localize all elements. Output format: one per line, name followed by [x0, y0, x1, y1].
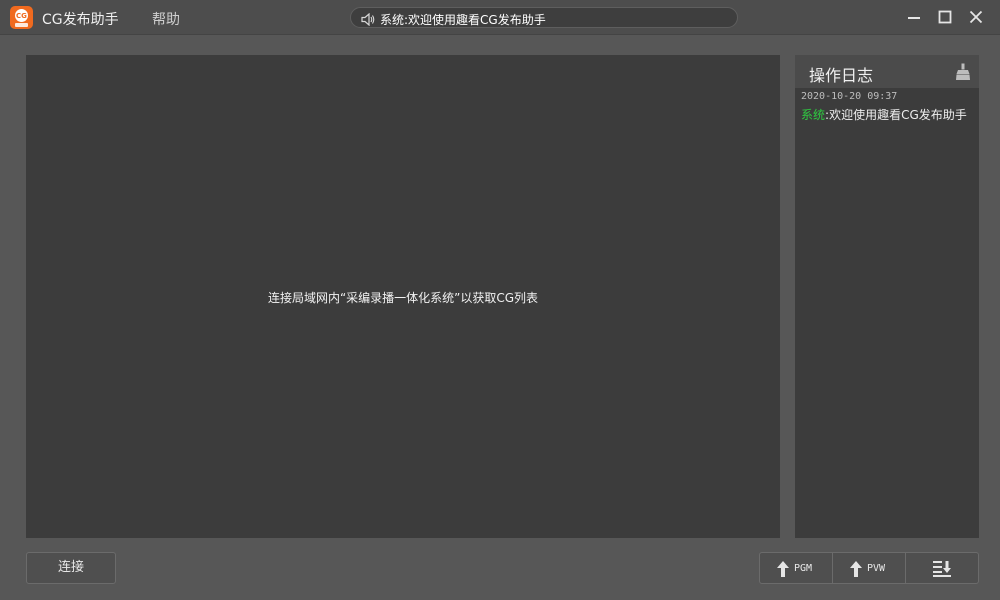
svg-text:CG: CG — [16, 12, 27, 20]
broom-icon[interactable] — [955, 63, 971, 85]
close-icon — [969, 10, 983, 24]
notice-bar: 系统:欢迎使用趣看CG发布助手 — [350, 7, 738, 28]
app-title: CG发布助手 — [42, 12, 119, 28]
app-logo: CG — [10, 6, 33, 29]
pvw-label: PVW — [867, 563, 886, 574]
title-bar: CG CG发布助手 帮助 系统:欢迎使用趣看CG发布助手 — [0, 0, 1000, 35]
maximize-icon — [938, 10, 952, 24]
log-text: 欢迎使用趣看CG发布助手 — [829, 108, 967, 122]
output-button-group: PGM PVW — [759, 552, 979, 584]
sort-download-icon — [933, 561, 951, 577]
maximize-button[interactable] — [937, 9, 953, 25]
arrow-up-icon — [777, 561, 789, 577]
cg-list-panel: 连接局域网内“采编录播一体化系统”以获取CG列表 — [26, 55, 780, 538]
sort-button[interactable] — [906, 553, 978, 583]
log-entry: 2020-10-20 09:37 系统:欢迎使用趣看CG发布助手 — [801, 91, 975, 123]
menu-help[interactable]: 帮助 — [152, 9, 180, 29]
operation-log-panel: 操作日志 2020-10-20 09:37 系统:欢迎使用趣看CG发布助手 — [795, 55, 979, 538]
push-pgm-button[interactable]: PGM — [760, 553, 833, 583]
connect-button[interactable]: 连接 — [26, 552, 116, 584]
minimize-icon — [908, 17, 920, 19]
arrow-up-icon — [850, 561, 862, 577]
speaker-icon — [361, 11, 375, 30]
push-pvw-button[interactable]: PVW — [833, 553, 906, 583]
minimize-button[interactable] — [906, 9, 922, 25]
log-title: 操作日志 — [809, 66, 874, 85]
log-header: 操作日志 — [795, 55, 979, 88]
close-button[interactable] — [968, 9, 984, 25]
log-time: 2020-10-20 09:37 — [801, 91, 898, 102]
notice-text: 系统:欢迎使用趣看CG发布助手 — [380, 13, 546, 27]
log-message: 系统:欢迎使用趣看CG发布助手 — [801, 106, 975, 123]
connect-hint: 连接局域网内“采编录播一体化系统”以获取CG列表 — [267, 291, 539, 305]
pgm-label: PGM — [794, 563, 813, 574]
log-source: 系统 — [801, 108, 826, 122]
